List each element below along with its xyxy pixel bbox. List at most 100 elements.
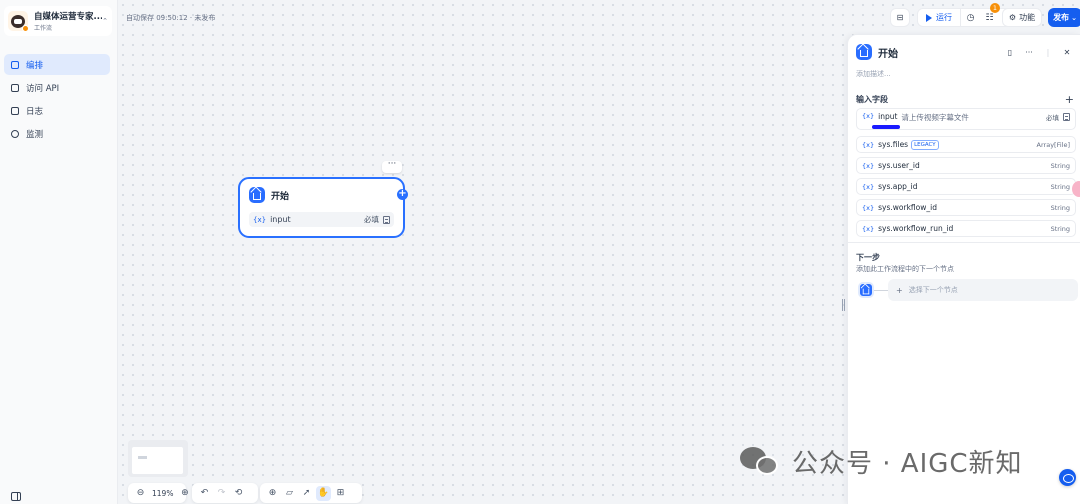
run-button[interactable]: 运行	[918, 9, 961, 26]
input-fields-heading: 输入字段	[856, 95, 888, 104]
sidebar-item-label: 监测	[26, 129, 44, 140]
app-title: 自媒体运营专家...	[34, 12, 103, 22]
book-icon[interactable]: ▯	[1003, 45, 1017, 59]
select-next-node-button[interactable]: + 选择下一个节点	[888, 279, 1078, 301]
start-node[interactable]: 开始 {x} input 必填	[238, 177, 405, 238]
field-type: String	[1050, 203, 1070, 212]
floating-widget[interactable]	[1072, 181, 1080, 197]
field-row-sys-user-id[interactable]: {x} sys.user_id String	[856, 157, 1076, 174]
panel-resize-handle[interactable]	[842, 299, 845, 311]
code-icon: ⊟	[896, 13, 904, 22]
variable-icon: {x}	[862, 112, 875, 120]
section-divider	[848, 242, 1080, 243]
checklist-badge: 1	[990, 3, 1000, 13]
checklist-icon[interactable]: ☷ 1	[980, 3, 1000, 26]
field-name: sys.workflow_run_id	[878, 224, 954, 233]
minimap[interactable]	[128, 440, 188, 477]
add-field-icon[interactable]: +	[1065, 93, 1074, 106]
field-name: input	[878, 112, 898, 121]
highlight-mark	[872, 125, 900, 129]
close-icon[interactable]: ✕	[1060, 45, 1074, 59]
zoom-out-icon[interactable]: ⊖	[133, 486, 148, 501]
organize-icon[interactable]: ⊞	[333, 486, 348, 501]
field-row-sys-workflow-run-id[interactable]: {x} sys.workflow_run_id String	[856, 220, 1076, 237]
field-name: sys.workflow_id	[878, 203, 937, 212]
field-type: Array[File]	[1036, 140, 1070, 149]
add-node-icon[interactable]: ⊕	[265, 486, 280, 501]
field-row-input[interactable]: {x} input 请上传视频字幕文件 必填	[856, 108, 1076, 130]
env-variables-button[interactable]: ⊟	[890, 8, 910, 27]
terminal-icon	[11, 83, 19, 92]
publish-button[interactable]: 发布 ⌄	[1048, 8, 1080, 27]
features-button[interactable]: ⚙ 功能	[1002, 8, 1042, 27]
home-icon	[249, 187, 265, 203]
app-switcher[interactable]: 自媒体运营专家... 工作流 ⌃	[4, 6, 112, 36]
sidebar-item-orchestrate[interactable]: 编排	[4, 54, 110, 75]
add-next-node-button[interactable]: +	[397, 189, 408, 200]
field-row-sys-app-id[interactable]: {x} sys.app_id String	[856, 178, 1076, 195]
next-step-heading: 下一步	[856, 253, 880, 262]
description-input[interactable]: 添加描述...	[856, 69, 891, 79]
field-row-sys-files[interactable]: {x} sys.files LEGACY Array[File]	[856, 136, 1076, 153]
autosave-status: 自动保存 09:50:12 · 未发布	[126, 14, 216, 22]
legacy-badge: LEGACY	[911, 139, 939, 150]
select-next-node-label: 选择下一个节点	[908, 286, 958, 294]
layout-icon	[11, 60, 19, 69]
next-step-row: + 选择下一个节点	[858, 279, 1078, 301]
plus-icon: +	[896, 285, 903, 295]
variable-icon: {x}	[862, 182, 875, 191]
chevron-down-icon: ⌄	[1071, 13, 1077, 22]
sidebar-item-logs[interactable]: 日志	[4, 100, 110, 121]
publish-label: 发布	[1053, 13, 1070, 22]
zoom-in-icon[interactable]: ⊕	[177, 486, 192, 501]
run-history-icon[interactable]: ◷	[961, 9, 980, 26]
features-icon: ⚙	[1008, 13, 1017, 22]
connector-line	[874, 289, 888, 291]
field-type: String	[1050, 182, 1070, 191]
required-label: 必填	[364, 215, 379, 224]
canvas-tools-toolbar: ⊕ ▱ ➚ ✋ ⊞	[260, 483, 362, 503]
variable-icon: {x}	[862, 161, 875, 170]
chevron-updown-icon: ⌃	[102, 17, 108, 25]
more-icon[interactable]: ···	[1022, 45, 1036, 59]
features-label: 功能	[1019, 13, 1036, 22]
node-title: 开始	[271, 191, 290, 202]
history-icon[interactable]: ⟲	[231, 486, 246, 501]
watermark: 公众号 · AIGC新知	[740, 443, 1023, 480]
sidebar-item-label: 编排	[26, 60, 44, 71]
variable-icon: {x}	[862, 203, 875, 212]
field-required: 必填	[1046, 114, 1059, 122]
field-name: sys.app_id	[878, 182, 918, 191]
document-icon	[383, 215, 390, 224]
sidebar-item-api[interactable]: 访问 API	[4, 77, 110, 98]
chat-support-icon[interactable]	[1059, 469, 1076, 486]
pointer-icon[interactable]: ➚	[299, 486, 314, 501]
wechat-icon	[740, 445, 780, 479]
zoom-level[interactable]: 119%	[152, 489, 173, 498]
node-config-panel: 开始 ▯ ··· | ✕ 添加描述... 输入字段 + {x} input 请上…	[842, 34, 1080, 504]
home-icon	[858, 282, 874, 298]
field-description: 请上传视频字幕文件	[901, 113, 969, 122]
field-name: sys.user_id	[878, 161, 920, 170]
home-icon	[856, 44, 872, 60]
node-more-button[interactable]: ···	[382, 160, 402, 173]
sidebar-item-monitor[interactable]: 监测	[4, 123, 110, 144]
panel-title[interactable]: 开始	[878, 45, 998, 60]
hand-icon[interactable]: ✋	[316, 485, 331, 501]
sidebar-toggle-icon[interactable]	[11, 492, 21, 501]
variable-icon: {x}	[862, 140, 875, 149]
variable-name: input	[270, 215, 291, 224]
file-list-icon	[11, 106, 19, 115]
add-note-icon[interactable]: ▱	[282, 486, 297, 501]
play-icon	[926, 13, 932, 22]
app-logo	[8, 11, 29, 32]
zoom-toolbar: ⊖ 119% ⊕	[128, 483, 189, 503]
sidebar-nav: 编排 访问 API 日志 监测	[4, 54, 110, 146]
node-variable: {x} input 必填	[249, 212, 394, 227]
sidebar: 自媒体运营专家... 工作流 ⌃ 编排 访问 API 日志 监测	[0, 0, 118, 504]
run-label: 运行	[936, 13, 952, 22]
undo-icon[interactable]: ↶	[197, 486, 212, 501]
redo-icon[interactable]: ↷	[214, 486, 229, 501]
field-name: sys.files	[878, 140, 909, 149]
field-row-sys-workflow-id[interactable]: {x} sys.workflow_id String	[856, 199, 1076, 216]
